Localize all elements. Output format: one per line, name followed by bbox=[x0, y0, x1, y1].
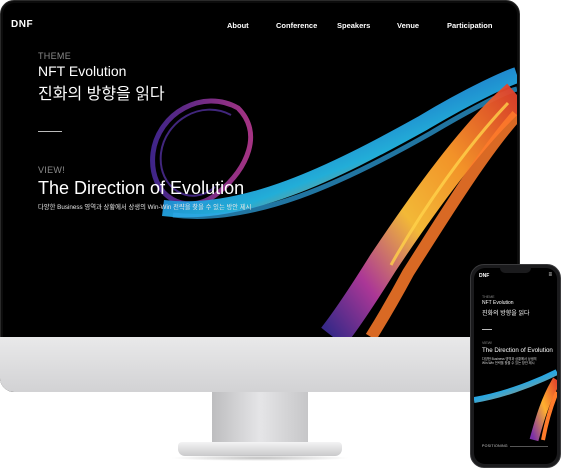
phone-notch bbox=[500, 268, 531, 273]
nav-item-speakers[interactable]: Speakers bbox=[337, 21, 370, 30]
view-label: VIEW! bbox=[38, 165, 66, 175]
mobile-theme-title-ko: 진화의 방향을 읽다 bbox=[482, 311, 530, 317]
mobile-site-logo[interactable]: DNF bbox=[479, 273, 489, 279]
mobile-screen: DNF ≡ THEME NFT Evolution 진화의 방향을 읽다 VIE… bbox=[474, 268, 557, 464]
top-navigation: DNF About Conference Speakers Venue Part… bbox=[3, 3, 517, 49]
section-divider bbox=[38, 131, 62, 132]
hero-swirl-art bbox=[150, 67, 517, 337]
monitor-stand-shadow bbox=[170, 455, 350, 461]
site-logo[interactable]: DNF bbox=[11, 19, 33, 30]
hamburger-icon[interactable]: ≡ bbox=[548, 272, 552, 278]
mobile-section-line bbox=[510, 446, 548, 447]
nav-item-venue[interactable]: Venue bbox=[397, 21, 419, 30]
mobile-hero-description: 다양한 Business 영역과 상황에서 상생의 Win-Win 전략을 찾을… bbox=[482, 357, 537, 366]
theme-title-en: NFT Evolution bbox=[38, 63, 127, 79]
hero-headline: The Direction of Evolution bbox=[38, 178, 245, 198]
mobile-section-label: POSITIONING bbox=[482, 444, 508, 448]
nav-item-participation[interactable]: Participation bbox=[447, 21, 492, 30]
monitor-stand-base bbox=[178, 442, 342, 456]
desktop-screen: DNF About Conference Speakers Venue Part… bbox=[3, 3, 517, 337]
mobile-theme-label: THEME bbox=[482, 295, 495, 299]
desktop-monitor-chin bbox=[0, 337, 520, 392]
mobile-hero-headline: The Direction of Evolution bbox=[482, 347, 553, 354]
mobile-theme-title-en: NFT Evolution bbox=[482, 300, 514, 306]
nav-item-conference[interactable]: Conference bbox=[276, 21, 317, 30]
nav-item-about[interactable]: About bbox=[227, 21, 249, 30]
mobile-phone-frame: DNF ≡ THEME NFT Evolution 진화의 방향을 읽다 VIE… bbox=[470, 264, 561, 468]
mobile-view-label: VIEW! bbox=[482, 341, 493, 345]
theme-title-ko: 진화의 방향을 읽다 bbox=[38, 86, 165, 103]
theme-label: THEME bbox=[38, 51, 71, 61]
hero-description: 다양한 Business 영역과 상황에서 상생의 Win-Win 전략을 찾을… bbox=[38, 204, 252, 211]
mobile-section-divider bbox=[482, 329, 492, 330]
